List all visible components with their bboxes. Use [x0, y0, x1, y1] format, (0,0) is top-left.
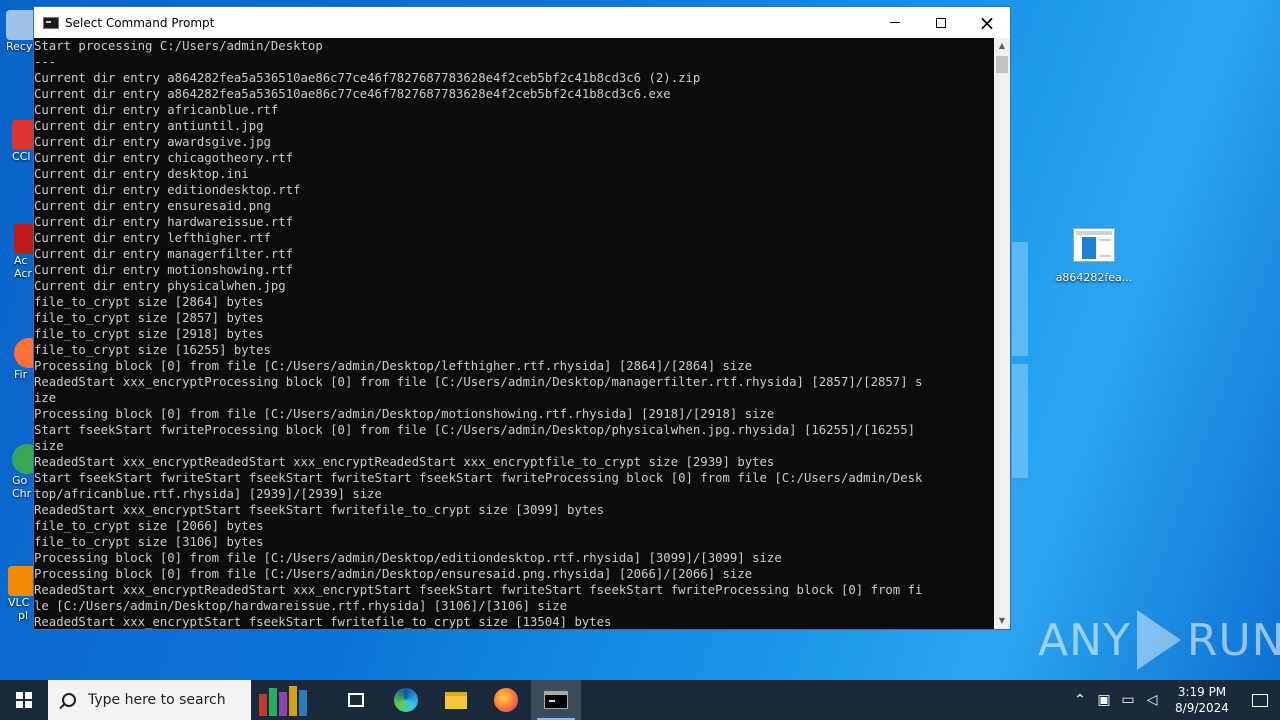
notification-center-button[interactable] [1240, 680, 1280, 720]
console-line: Current dir entry motionshowing.rtf [34, 263, 294, 277]
windows-logo-light-panel [1012, 242, 1028, 356]
scroll-up-arrow-icon[interactable]: ▲ [994, 38, 1010, 54]
console-line: ReadedStart xxx_encryptStart fseekStart … [34, 615, 612, 629]
network-icon[interactable]: ▭ [1116, 692, 1140, 708]
volume-icon[interactable]: ◁ [1140, 692, 1164, 708]
console-line: Current dir entry ensuresaid.png [34, 199, 271, 213]
taskbar-command-prompt[interactable] [531, 680, 581, 720]
console-line: Start processing C:/Users/admin/Desktop [34, 39, 323, 53]
console-line: Current dir entry physicalwhen.jpg [34, 279, 286, 293]
taskbar-file-explorer[interactable] [431, 680, 481, 720]
desktop-file-icon[interactable]: a864282fea... [1054, 228, 1134, 284]
watermark-left-text: ANY [1038, 614, 1131, 666]
console-line: file_to_crypt size [2857] bytes [34, 311, 264, 325]
console-line: --- [34, 55, 57, 69]
console-line: Current dir entry desktop.ini [34, 167, 249, 181]
start-button[interactable] [0, 680, 48, 720]
console-line: file_to_crypt size [2864] bytes [34, 295, 264, 309]
taskbar-search-box[interactable]: Type here to search [48, 680, 251, 720]
console-line: ize [34, 391, 57, 405]
console-line: Processing block [0] from file [C:/Users… [34, 359, 753, 373]
search-highlight-books-icon[interactable] [251, 680, 331, 720]
edge-icon [394, 688, 418, 712]
console-line: ReadedStart xxx_encryptReadedStart xxx_e… [34, 583, 923, 597]
firefox-icon [494, 688, 518, 712]
console-line: Current dir entry a864282fea5a536510ae86… [34, 87, 671, 101]
vertical-scrollbar[interactable]: ▲ ▼ [994, 38, 1010, 629]
watermark-right-text: RUN [1186, 614, 1280, 666]
clock-time: 3:19 PM [1177, 685, 1227, 699]
scroll-down-arrow-icon[interactable]: ▼ [994, 613, 1010, 629]
console-line: Current dir entry managerfilter.rtf [34, 247, 294, 261]
minimize-button[interactable] [872, 7, 918, 38]
cmd-icon [544, 691, 568, 709]
maximize-icon [936, 17, 946, 28]
console-line: Start fseekStart fwriteStart fseekStart … [34, 471, 923, 485]
chevron-up-icon[interactable]: ⌃ [1068, 692, 1092, 708]
console-line: Processing block [0] from file [C:/Users… [34, 551, 782, 565]
folder-icon [445, 691, 467, 709]
console-line: Processing block [0] from file [C:/Users… [34, 407, 775, 421]
system-tray: ⌃ ▣ ▭ ◁ 3:19 PM 8/9/2024 [1068, 680, 1280, 720]
console-line: Processing block [0] from file [C:/Users… [34, 567, 753, 581]
console-line: ReadedStart xxx_encryptReadedStart xxx_e… [34, 455, 775, 469]
search-placeholder: Type here to search [88, 692, 226, 708]
command-prompt-window[interactable]: Select Command Prompt × Start processing… [33, 6, 1011, 630]
windows-logo-light-panel [1012, 364, 1028, 478]
console-line: Current dir entry awardsgive.jpg [34, 135, 271, 149]
console-line: Current dir entry lefthigher.rtf [34, 231, 271, 245]
console-line: Current dir entry antiuntil.jpg [34, 119, 264, 133]
close-button[interactable]: × [964, 7, 1010, 38]
windows-start-icon [16, 692, 32, 708]
console-line: file_to_crypt size [16255] bytes [34, 343, 271, 357]
console-line: file_to_crypt size [2066] bytes [34, 519, 264, 533]
console-line: file_to_crypt size [3106] bytes [34, 535, 264, 549]
console-line: size [34, 439, 64, 453]
taskbar: Type here to search ⌃ ▣ ▭ ◁ 3:19 PM 8/9/… [0, 680, 1280, 720]
cmd-app-icon [43, 16, 59, 29]
console-line: top/africanblue.rtf.rhysida] [2939]/[293… [34, 487, 382, 501]
desktop-file-label: a864282fea... [1055, 271, 1133, 284]
window-title: Select Command Prompt [65, 15, 215, 30]
anyrun-watermark: ANY RUN [1038, 606, 1280, 674]
console-line: le [C:/Users/admin/Desktop/hardwareissue… [34, 599, 568, 613]
play-icon [1136, 610, 1181, 670]
console-line: Current dir entry chicagotheory.rtf [34, 151, 294, 165]
clock-date: 8/9/2024 [1175, 701, 1229, 715]
console-line: file_to_crypt size [2918] bytes [34, 327, 264, 341]
recycle-bin-icon [6, 10, 36, 40]
scrollbar-thumb[interactable] [996, 56, 1008, 73]
task-view-icon [348, 693, 364, 707]
close-icon: × [978, 10, 996, 35]
search-icon [62, 693, 76, 707]
taskbar-firefox[interactable] [481, 680, 531, 720]
console-line: Current dir entry a864282fea5a536510ae86… [34, 71, 701, 85]
executable-file-icon [1073, 228, 1115, 262]
console-line: Current dir entry africanblue.rtf [34, 103, 279, 117]
console-output[interactable]: Start processing C:/Users/admin/Desktop -… [34, 38, 995, 629]
console-line: Start fseekStart fwriteProcessing block … [34, 423, 915, 437]
console-line: Current dir entry editiondesktop.rtf [34, 183, 301, 197]
console-line: ReadedStart xxx_encryptProcessing block … [34, 375, 923, 389]
window-titlebar[interactable]: Select Command Prompt × [34, 7, 1010, 38]
maximize-button[interactable] [918, 7, 964, 38]
taskbar-clock[interactable]: 3:19 PM 8/9/2024 [1170, 684, 1234, 716]
task-view-button[interactable] [331, 680, 381, 720]
console-line: ReadedStart xxx_encryptStart fseekStart … [34, 503, 605, 517]
meet-now-icon[interactable]: ▣ [1092, 692, 1116, 708]
console-line: Current dir entry hardwareissue.rtf [34, 215, 294, 229]
notification-icon [1252, 693, 1268, 707]
minimize-icon [890, 22, 900, 23]
taskbar-edge[interactable] [381, 680, 431, 720]
